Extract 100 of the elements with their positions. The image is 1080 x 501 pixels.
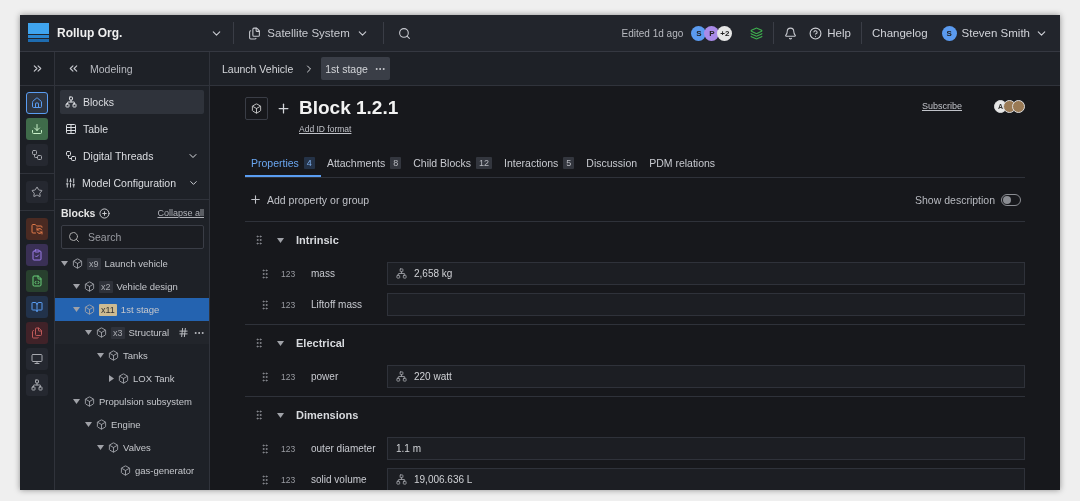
nav-item[interactable]: Digital Threads bbox=[60, 144, 204, 168]
caret-down-icon[interactable] bbox=[97, 445, 104, 450]
tree-label: Engine bbox=[111, 419, 141, 430]
caret-down-icon[interactable] bbox=[61, 261, 68, 266]
workflow-icon[interactable] bbox=[26, 144, 48, 166]
tab[interactable]: Interactions 5 bbox=[498, 150, 581, 177]
type-label: 123 bbox=[281, 474, 297, 485]
clipboard-icon[interactable] bbox=[26, 244, 48, 266]
blocks-heading: Blocks bbox=[61, 207, 96, 219]
tab[interactable]: Child Blocks 12 bbox=[407, 150, 499, 177]
property-name: solid volume bbox=[311, 474, 368, 485]
nav-item[interactable]: Table bbox=[60, 117, 204, 141]
hierarchy-icon bbox=[396, 371, 407, 382]
cube-icon bbox=[84, 304, 95, 315]
tab[interactable]: PDM relations bbox=[643, 150, 722, 177]
drag-handle-icon[interactable] bbox=[259, 370, 271, 383]
hash-icon[interactable] bbox=[178, 327, 189, 338]
edited-label: Edited 1d ago bbox=[621, 27, 684, 39]
files-icon[interactable] bbox=[26, 322, 48, 344]
caret-right-icon[interactable] bbox=[109, 375, 114, 382]
block-icon[interactable] bbox=[245, 97, 268, 120]
drag-handle-icon[interactable] bbox=[253, 409, 265, 421]
value-field[interactable]: 220 watt bbox=[387, 365, 1025, 388]
caret-down-icon[interactable] bbox=[73, 284, 80, 289]
tree-label: Tanks bbox=[123, 350, 148, 361]
editor-avatar[interactable]: +2 bbox=[717, 25, 733, 41]
folder-icon[interactable] bbox=[26, 218, 48, 240]
network-icon[interactable] bbox=[26, 374, 48, 396]
tree-item[interactable]: LOX Tank bbox=[55, 367, 209, 390]
block-title: Block 1.2.1 bbox=[299, 96, 399, 120]
caret-down-icon[interactable] bbox=[85, 330, 92, 335]
tree-item[interactable]: x2 Vehicle design bbox=[55, 275, 209, 298]
layers-icon[interactable] bbox=[748, 24, 766, 42]
value-field[interactable]: 19,006.636 L bbox=[387, 468, 1025, 490]
property-name: outer diameter bbox=[311, 443, 377, 454]
table-icon bbox=[65, 123, 77, 135]
workspace-selector[interactable]: Satellite System bbox=[242, 25, 375, 41]
drag-handle-icon[interactable] bbox=[259, 267, 271, 280]
caret-down-icon[interactable] bbox=[277, 237, 284, 243]
cube-icon bbox=[108, 442, 119, 453]
plus-icon[interactable] bbox=[276, 101, 291, 116]
tab[interactable]: Discussion bbox=[580, 150, 644, 177]
tree-item[interactable]: x11 1st stage bbox=[55, 298, 209, 321]
collapse-all-link[interactable]: Collapse all bbox=[157, 208, 204, 218]
org-name: Rollup Org. bbox=[57, 26, 123, 40]
tree-item[interactable]: x3 Structural bbox=[55, 321, 209, 344]
tab[interactable]: Attachments 8 bbox=[320, 150, 408, 177]
user-menu[interactable]: S Steven Smith bbox=[941, 25, 1050, 41]
tab[interactable]: Properties 4 bbox=[245, 150, 321, 177]
group-name: Intrinsic bbox=[296, 234, 339, 246]
caret-down-icon[interactable] bbox=[85, 422, 92, 427]
nav-item[interactable]: Blocks bbox=[60, 90, 204, 114]
tree-item[interactable]: Propulsion subsystem bbox=[55, 390, 209, 413]
caret-down-icon[interactable] bbox=[277, 412, 284, 418]
editor-avatar[interactable]: S bbox=[691, 25, 707, 41]
add-property-button[interactable]: Add property or group bbox=[249, 193, 370, 206]
cube-icon bbox=[84, 281, 95, 292]
help-button[interactable]: Help bbox=[807, 26, 853, 40]
drag-handle-icon[interactable] bbox=[253, 234, 265, 246]
add-icon[interactable] bbox=[99, 207, 111, 219]
tree-label: Propulsion subsystem bbox=[99, 396, 192, 407]
field-value: 2,658 kg bbox=[414, 268, 453, 279]
value-field[interactable] bbox=[387, 293, 1025, 316]
tree-item[interactable]: x9 Launch vehicle bbox=[55, 252, 209, 275]
cube-icon bbox=[96, 419, 107, 430]
monitor-icon[interactable] bbox=[26, 348, 48, 370]
nav-item[interactable]: Model Configuration bbox=[60, 171, 204, 195]
cube-icon bbox=[72, 258, 83, 269]
code-file-icon[interactable] bbox=[26, 270, 48, 292]
tree-label: LOX Tank bbox=[133, 373, 175, 384]
value-field[interactable]: 1.1 m bbox=[387, 437, 1025, 460]
caret-down-icon[interactable] bbox=[97, 353, 104, 358]
tree-label: Valves bbox=[123, 442, 151, 453]
search-input[interactable]: Search bbox=[86, 226, 197, 248]
home-icon[interactable] bbox=[26, 92, 48, 114]
changelog-button[interactable]: Changelog bbox=[869, 27, 930, 39]
field-value: 220 watt bbox=[414, 371, 452, 382]
caret-down-icon[interactable] bbox=[277, 340, 284, 346]
logo-icon[interactable] bbox=[28, 23, 49, 43]
editor-avatar[interactable]: P bbox=[704, 25, 720, 41]
property-name: power bbox=[311, 371, 340, 382]
drag-handle-icon[interactable] bbox=[259, 473, 271, 486]
toggle-label: Show description bbox=[915, 193, 995, 206]
download-icon[interactable] bbox=[26, 118, 48, 140]
drag-handle-icon[interactable] bbox=[259, 442, 271, 455]
breadcrumb-item[interactable]: Launch Vehicle bbox=[218, 57, 298, 80]
tree-item[interactable]: Valves bbox=[55, 436, 209, 459]
tree-item[interactable]: gas-generator bbox=[55, 459, 209, 482]
tree-item[interactable]: Tanks bbox=[55, 344, 209, 367]
book-icon[interactable] bbox=[26, 296, 48, 318]
value-field[interactable]: 2,658 kg bbox=[387, 262, 1025, 285]
drag-handle-icon[interactable] bbox=[259, 298, 271, 311]
drag-handle-icon[interactable] bbox=[253, 337, 265, 349]
search-field[interactable]: Search bbox=[61, 225, 204, 249]
caret-down-icon[interactable] bbox=[73, 399, 80, 404]
tree-item[interactable]: Engine bbox=[55, 413, 209, 436]
breadcrumb-item[interactable]: 1st stage bbox=[321, 57, 390, 80]
files-icon bbox=[248, 26, 262, 40]
subscribe-link[interactable]: Subscribe bbox=[921, 101, 962, 111]
add-id-format-link[interactable]: Add ID format bbox=[299, 124, 399, 134]
